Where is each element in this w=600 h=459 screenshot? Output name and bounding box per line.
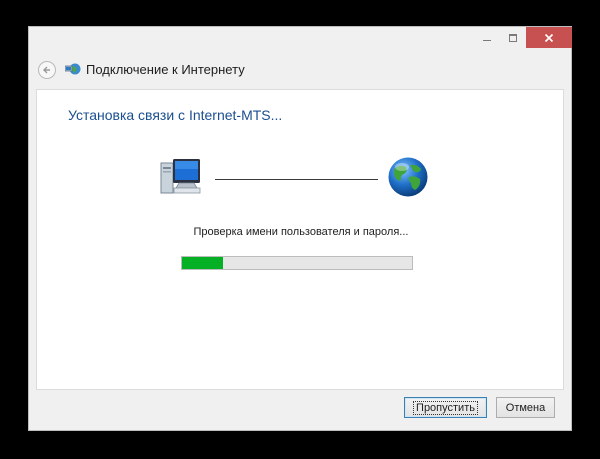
back-button[interactable]	[38, 61, 56, 79]
maximize-icon	[509, 33, 517, 42]
connection-line	[215, 179, 378, 180]
title-bar[interactable]	[29, 27, 572, 57]
main-panel: Установка связи с Internet-MTS... Провер…	[36, 89, 564, 390]
dialog-window: Подключение к Интернету Установка связи …	[28, 26, 572, 431]
progress-bar	[181, 256, 413, 270]
cancel-button[interactable]: Отмена	[496, 397, 555, 418]
back-arrow-icon	[43, 66, 50, 74]
connection-heading: Установка связи с Internet-MTS...	[68, 107, 283, 123]
dialog-header: Подключение к Интернету	[29, 57, 571, 89]
cancel-button-label: Отмена	[505, 401, 546, 414]
status-text: Проверка имени пользователя и пароля...	[193, 226, 409, 238]
network-connection-icon	[65, 63, 81, 75]
minimize-button[interactable]	[474, 27, 500, 48]
close-button[interactable]	[526, 27, 572, 48]
skip-button-label: Пропустить	[413, 400, 478, 415]
globe-icon	[388, 157, 428, 197]
minimize-icon	[483, 39, 491, 41]
window-title: Подключение к Интернету	[86, 62, 245, 77]
progress-fill	[182, 257, 224, 269]
computer-icon	[160, 159, 201, 194]
maximize-button[interactable]	[500, 27, 526, 48]
skip-button[interactable]: Пропустить	[404, 397, 487, 418]
close-icon	[544, 33, 554, 42]
